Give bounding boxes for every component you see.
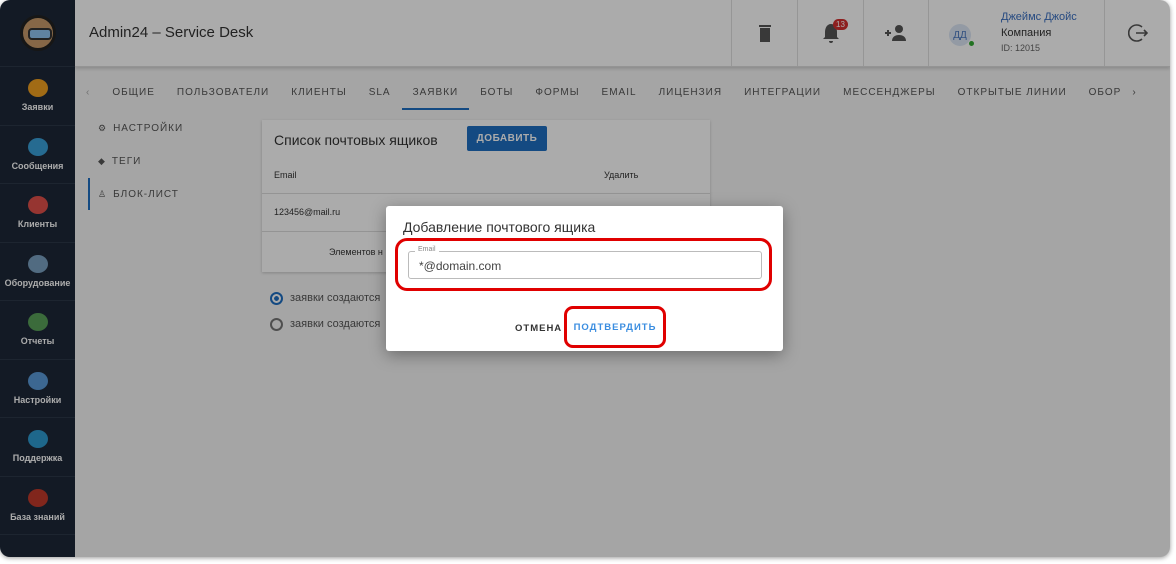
confirm-button[interactable]: ПОДТВЕРДИТЬ (564, 306, 666, 348)
email-field[interactable]: Email *@domain.com (408, 246, 762, 279)
cancel-button[interactable]: ОТМЕНА (515, 323, 562, 334)
add-mailbox-dialog: Добавление почтового ящика Email *@domai… (386, 206, 783, 351)
email-field-label: Email (415, 246, 439, 253)
dialog-title: Добавление почтового ящика (403, 219, 596, 235)
email-field-value: *@domain.com (419, 259, 502, 273)
